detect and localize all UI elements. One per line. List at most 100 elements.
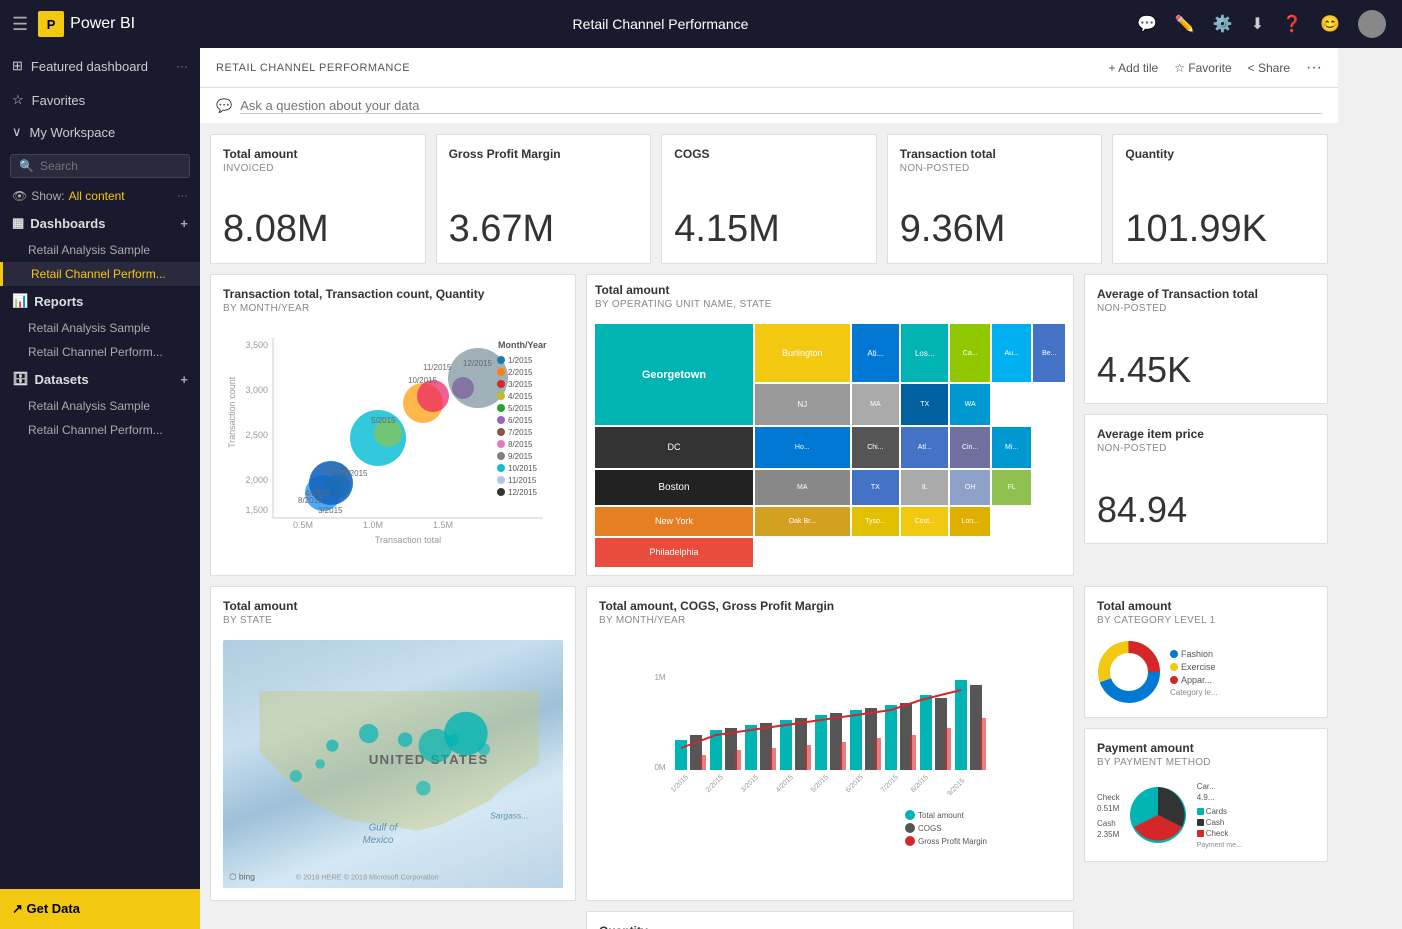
svg-text:2/2015: 2/2015 [508,368,533,377]
search-input[interactable] [40,159,181,173]
dashboard-grid: Total amount INVOICED 8.08M Gross Profit… [200,124,1338,929]
sidebar-item-retail-channel[interactable]: Retail Channel Perform... [0,262,200,286]
favorite-button[interactable]: ☆ Favorite [1174,61,1231,75]
treemap-cell-newyork: New York [595,507,753,536]
share-button[interactable]: < Share [1248,61,1290,75]
svg-text:Sargass...: Sargass... [490,811,528,821]
svg-text:2,000: 2,000 [245,475,268,485]
reports-section-header[interactable]: 📊 Reports [0,286,200,316]
sidebar-item-retail-analysis[interactable]: Retail Analysis Sample [0,238,200,262]
tile-total-amount: Total amount INVOICED 8.08M [210,134,426,264]
svg-text:4/2015: 4/2015 [305,489,330,498]
power-bi-logo-box: P [38,11,64,37]
more-options-icon[interactable]: ··· [1306,59,1322,77]
svg-text:12/2015: 12/2015 [508,488,537,497]
svg-text:1.0M: 1.0M [363,520,383,530]
tile-cogs: COGS 4.15M [661,134,877,264]
qa-bar[interactable]: 💬 [200,88,1338,124]
svg-text:11/2015: 11/2015 [423,363,452,372]
tile-quantity: Quantity 101.99K [1112,134,1328,264]
svg-text:8/2015: 8/2015 [508,440,533,449]
svg-text:0.5M: 0.5M [293,520,313,530]
sidebar-item-report-retail-channel[interactable]: Retail Channel Perform... [0,340,200,364]
show-more-icon[interactable]: ··· [177,190,188,202]
tile-total-amount-cogs: Total amount, COGS, Gross Profit Margin … [586,586,1074,901]
bar-line-chart-svg: 1M 0M [599,640,1061,860]
svg-text:1.5M: 1.5M [433,520,453,530]
pie-chart-svg [1126,783,1191,848]
get-data-button[interactable]: ↗ Get Data [0,889,200,929]
svg-text:1,500: 1,500 [245,505,268,515]
svg-text:9/2015: 9/2015 [946,777,966,797]
svg-text:Gross Profit Margin: Gross Profit Margin [918,837,987,846]
svg-text:10/2015: 10/2015 [408,376,437,385]
sidebar-item-report-retail-analysis[interactable]: Retail Analysis Sample [0,316,200,340]
treemap-cell-oakbr: Oak Br... [755,507,850,536]
bar-chart-icon: ▦ [12,215,24,231]
svg-text:5/2015: 5/2015 [508,404,533,413]
svg-text:10/2015: 10/2015 [508,464,537,473]
topbar-title: Retail Channel Performance [200,16,1121,32]
treemap-cell-cin: Cin... [950,427,989,468]
show-content-row[interactable]: 👁 Show: All content ··· [0,184,200,208]
treemap-cell-dc: DC [595,427,753,468]
add-dataset-icon[interactable]: + [180,372,188,387]
search-bar[interactable]: 🔍 [10,154,190,178]
avg-item-price-value: 84.94 [1097,473,1315,531]
dashboard-icon: ⊞ [12,58,23,74]
sidebar-item-dataset-retail-channel[interactable]: Retail Channel Perform... [0,418,200,442]
sidebar-item-featured[interactable]: ⊞ Featured dashboard ··· [0,48,200,84]
svg-text:3/2015: 3/2015 [508,380,533,389]
svg-text:9/2015: 9/2015 [508,452,533,461]
avatar[interactable] [1358,10,1386,38]
svg-text:1/2015: 1/2015 [343,469,368,478]
topbar-actions: 💬 ✏️ ⚙️ ⬇ ❓ 😊 [1121,10,1402,38]
dashboards-section-header[interactable]: ▦ Dashboards + [0,208,200,238]
svg-text:Transaction total: Transaction total [375,535,441,545]
sidebar: ⊞ Featured dashboard ··· ☆ Favorites ∨ M… [0,48,200,929]
page-title: RETAIL CHANNEL PERFORMANCE [216,62,410,74]
svg-text:5/2015: 5/2015 [810,774,830,794]
treemap-cell-au: Au... [992,324,1031,382]
svg-text:6/2015: 6/2015 [845,774,865,794]
datasets-section-header[interactable]: 🗄 Datasets + [0,364,200,394]
add-dashboard-icon[interactable]: + [180,216,188,231]
treemap-cell-nj: NJ [755,384,850,425]
chat-icon[interactable]: 💬 [1137,14,1157,34]
treemap-cell-lon: Lon... [950,507,989,536]
svg-text:8/2015: 8/2015 [910,774,930,794]
sidebar-section-workspace[interactable]: ∨ My Workspace [0,116,200,148]
edit-icon[interactable]: ✏️ [1175,14,1195,34]
treemap-cell-philly: Philadelphia [595,538,753,567]
qa-icon: 💬 [216,98,232,114]
treemap-cell-burlington: Burlington [755,324,850,382]
svg-text:Transaction count: Transaction count [227,376,237,448]
tile-transaction-chart: Transaction total, Transaction count, Qu… [210,274,576,576]
svg-text:⬡ bing: ⬡ bing [229,871,255,881]
treemap-cell-tx1: TX [901,384,948,425]
dataset-icon: 🗄 [12,371,29,387]
user-icon[interactable]: 😊 [1320,14,1340,34]
svg-text:2/2015: 2/2015 [705,774,725,794]
eye-icon: 👁 [12,189,27,203]
help-icon[interactable]: ❓ [1282,14,1302,34]
tile-gross-profit: Gross Profit Margin 3.67M [436,134,652,264]
sidebar-item-dataset-retail-analysis[interactable]: Retail Analysis Sample [0,394,200,418]
qa-input[interactable] [240,98,1322,114]
settings-icon[interactable]: ⚙️ [1213,14,1233,34]
treemap-cell-ho: Ho... [755,427,850,468]
featured-more-icon[interactable]: ··· [176,59,188,73]
treemap-cell-il: IL [901,470,948,505]
tile-quantity-employee: Quantity BY EMPLOYEE NAME 10K 5K 0K [586,911,1074,929]
svg-text:Month/Year: Month/Year [498,340,547,350]
hamburger-icon[interactable]: ☰ [12,14,28,35]
content-header: RETAIL CHANNEL PERFORMANCE + Add tile ☆ … [200,48,1338,88]
tile-avg-item-price: Average item price NON-POSTED 84.94 [1084,414,1328,544]
add-tile-button[interactable]: + Add tile [1108,61,1158,75]
treemap-cell-boston: Boston [595,470,753,505]
svg-text:11/2015: 11/2015 [508,476,537,485]
topbar-logo-area: ☰ P Power BI [0,11,200,37]
treemap-cell-fl: FL [992,470,1031,505]
download-icon[interactable]: ⬇ [1251,14,1264,34]
sidebar-item-favorites[interactable]: ☆ Favorites [0,84,200,116]
